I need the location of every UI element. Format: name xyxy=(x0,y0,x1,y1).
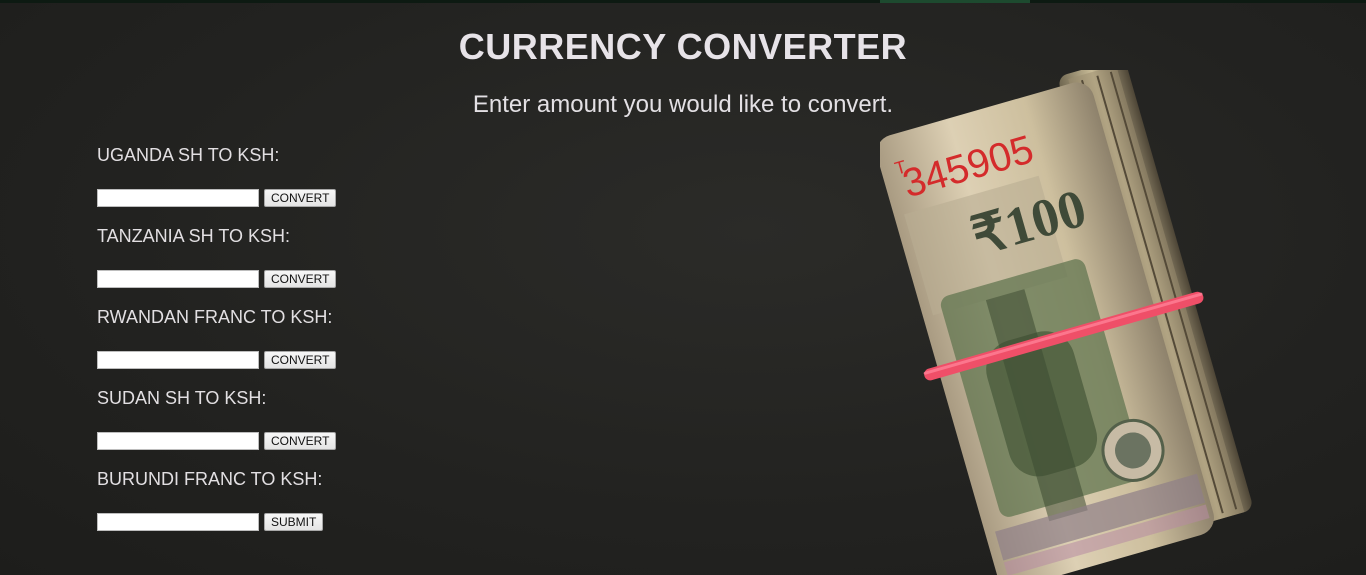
money-roll-image: ₹100 345905 T xyxy=(880,70,1252,575)
page-subtitle: Enter amount you would like to convert. xyxy=(472,91,894,118)
converter-label: SUDAN SH TO KSH: xyxy=(97,388,267,408)
converter-tanzania: TANZANIA SH TO KSH: CONVERT xyxy=(97,225,417,306)
rwanda-convert-button[interactable]: CONVERT xyxy=(264,351,337,369)
sudan-convert-button[interactable]: CONVERT xyxy=(264,432,337,450)
leaf-decoration xyxy=(880,0,1030,3)
converter-label: BURUNDI FRANC TO KSH: xyxy=(97,469,323,489)
rwanda-amount-input[interactable] xyxy=(97,351,259,369)
converter-uganda: UGANDA SH TO KSH: CONVERT xyxy=(97,144,417,225)
tanzania-convert-button[interactable]: CONVERT xyxy=(264,270,337,288)
tanzania-amount-input[interactable] xyxy=(97,270,259,288)
converter-form: UGANDA SH TO KSH: CONVERT TANZANIA SH TO… xyxy=(97,144,417,549)
converter-label: RWANDAN FRANC TO KSH: xyxy=(97,307,333,327)
converter-rwanda: RWANDAN FRANC TO KSH: CONVERT xyxy=(97,306,417,387)
uganda-convert-button[interactable]: CONVERT xyxy=(264,189,337,207)
burundi-amount-input[interactable] xyxy=(97,513,259,531)
converter-label: UGANDA SH TO KSH: xyxy=(97,145,280,165)
page: ₹100 345905 T CURRENCY CONVERTER Enter a… xyxy=(0,0,1366,575)
converter-sudan: SUDAN SH TO KSH: CONVERT xyxy=(97,387,417,468)
converter-burundi: BURUNDI FRANC TO KSH: SUBMIT xyxy=(97,468,417,549)
burundi-submit-button[interactable]: SUBMIT xyxy=(264,513,324,531)
top-strip xyxy=(0,0,1366,3)
uganda-amount-input[interactable] xyxy=(97,189,259,207)
converter-label: TANZANIA SH TO KSH: xyxy=(97,226,291,246)
sudan-amount-input[interactable] xyxy=(97,432,259,450)
page-title: CURRENCY CONVERTER xyxy=(458,26,908,67)
